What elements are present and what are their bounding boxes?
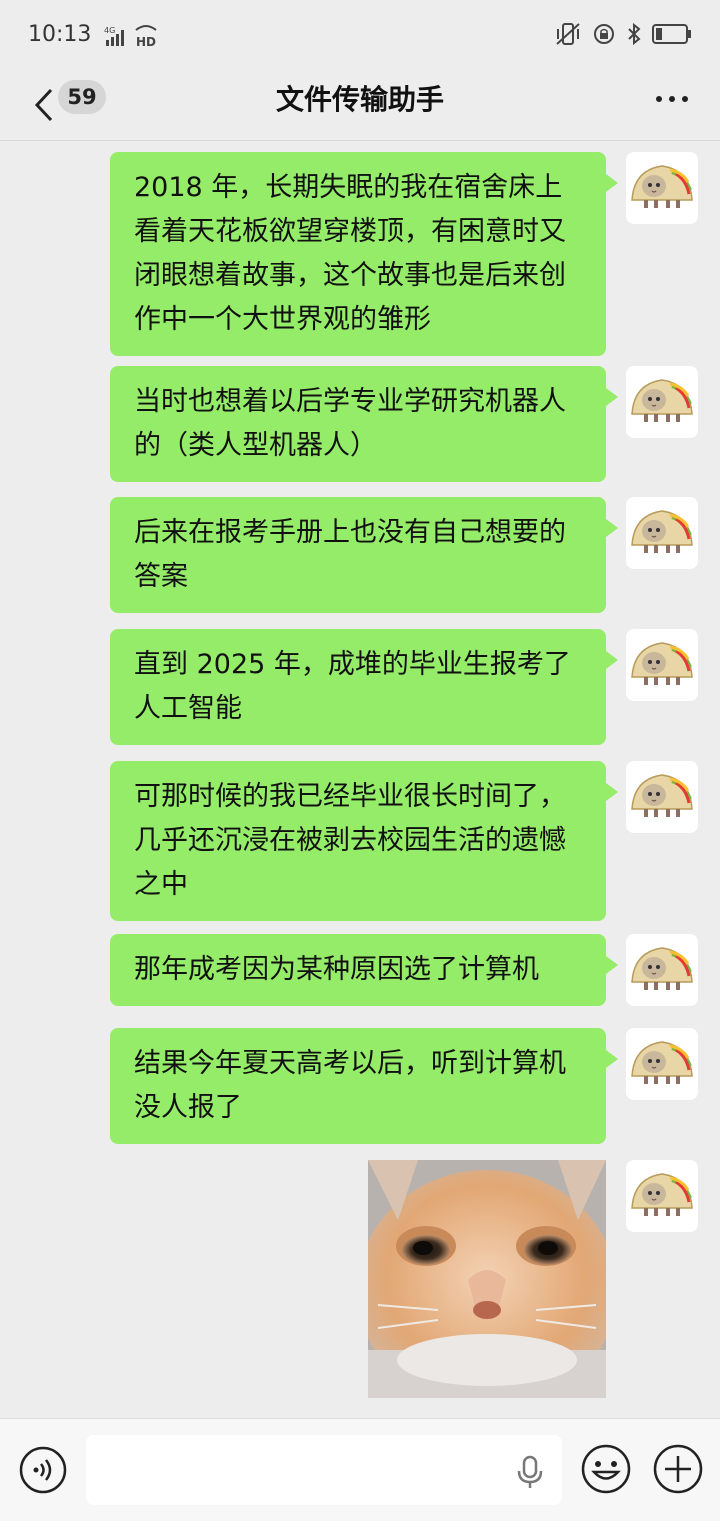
voice-mode-button[interactable] (18, 1445, 68, 1495)
taco-cat-avatar-icon (626, 497, 698, 569)
hd-label: HD (136, 35, 156, 49)
wifi-hd-icon: HD (132, 22, 160, 50)
more-options-button[interactable] (650, 84, 694, 114)
message-bubble[interactable]: 后来在报考手册上也没有自己想要的答案 (110, 497, 618, 613)
taco-cat-avatar-icon (626, 152, 698, 224)
taco-cat-avatar-icon (626, 629, 698, 701)
more-actions-button[interactable] (652, 1443, 704, 1495)
vibrate-mute-icon (554, 21, 582, 51)
plus-icon (653, 1444, 703, 1494)
battery-icon (652, 23, 692, 49)
avatar[interactable] (626, 1028, 698, 1100)
microphone-icon[interactable] (516, 1455, 544, 1489)
emoji-button[interactable] (580, 1443, 632, 1495)
message-bubble[interactable]: 结果今年夏天高考以后，听到计算机没人报了 (110, 1028, 618, 1144)
message-bubble[interactable]: 直到 2025 年，成堆的毕业生报考了人工智能 (110, 629, 618, 745)
voice-mode-icon (19, 1446, 67, 1494)
message-bubble[interactable]: 2018 年，长期失眠的我在宿舍床上看着天花板欲望穿楼顶，有困意时又闭眼想着故事… (110, 152, 618, 356)
taco-cat-avatar-icon (626, 934, 698, 1006)
status-time: 10:13 (28, 22, 92, 47)
more-options-icon (656, 96, 688, 102)
taco-cat-avatar-icon (626, 1160, 698, 1232)
taco-cat-avatar-icon (626, 366, 698, 438)
alarm-lock-icon (592, 22, 616, 50)
message-bubble[interactable]: 当时也想着以后学专业学研究机器人的（类人型机器人） (110, 366, 618, 482)
message-bubble[interactable]: 那年成考因为某种原因选了计算机 (110, 934, 618, 1006)
cat-photo-icon (368, 1160, 606, 1398)
message-input[interactable] (86, 1435, 562, 1505)
chat-header: 59 文件传输助手 (0, 72, 720, 141)
avatar[interactable] (626, 152, 698, 224)
bluetooth-icon (626, 22, 642, 50)
message-bubble[interactable]: 可那时候的我已经毕业很长时间了，几乎还沉浸在被剥去校园生活的遗憾之中 (110, 761, 618, 921)
avatar[interactable] (626, 497, 698, 569)
taco-cat-avatar-icon (626, 1028, 698, 1100)
avatar[interactable] (626, 1160, 698, 1232)
network-label: 4G (104, 26, 115, 35)
chat-title: 文件传输助手 (275, 83, 444, 116)
taco-cat-avatar-icon (626, 761, 698, 833)
chat-input-bar (0, 1418, 720, 1521)
status-icons (554, 22, 692, 50)
avatar[interactable] (626, 761, 698, 833)
avatar[interactable] (626, 629, 698, 701)
status-bar: 10:13 4G HD (0, 0, 720, 72)
emoji-icon (581, 1444, 631, 1494)
image-message[interactable] (368, 1160, 606, 1398)
avatar[interactable] (626, 366, 698, 438)
avatar[interactable] (626, 934, 698, 1006)
